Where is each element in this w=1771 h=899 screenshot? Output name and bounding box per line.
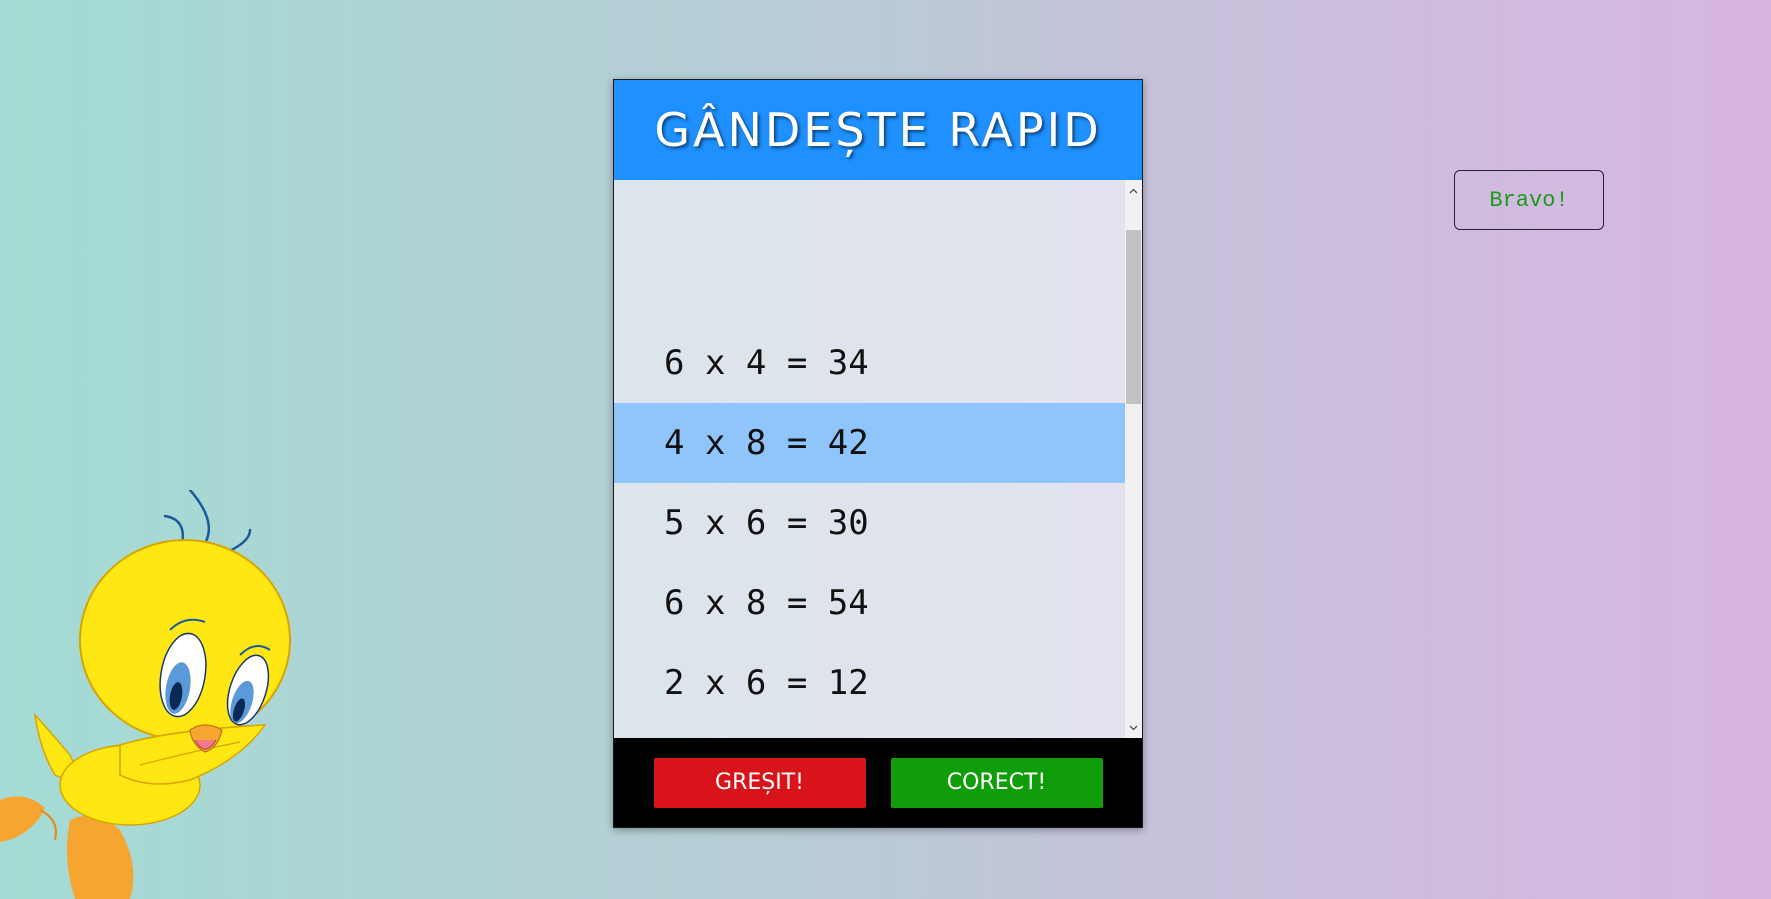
- yellow-bird-illustration: [0, 490, 291, 899]
- equation-item-selected[interactable]: 4 x 8 = 42: [614, 403, 1125, 483]
- equation-item[interactable]: 2 x 6 = 12: [614, 643, 1125, 723]
- chevron-down-icon[interactable]: [1125, 719, 1142, 736]
- chevron-up-icon[interactable]: [1125, 182, 1142, 199]
- wrong-button[interactable]: GREȘIT!: [653, 757, 866, 808]
- equation-list-area[interactable]: 6 x 4 = 34 4 x 8 = 42 5 x 6 = 30 6 x 8 =…: [614, 180, 1142, 738]
- feedback-badge: Bravo!: [1454, 170, 1604, 230]
- game-header: GÂNDEȘTE RAPID: [614, 80, 1142, 180]
- vertical-scrollbar[interactable]: [1125, 180, 1142, 738]
- equation-item[interactable]: 6 x 4 = 34: [614, 323, 1125, 403]
- equation-list[interactable]: 6 x 4 = 34 4 x 8 = 42 5 x 6 = 30 6 x 8 =…: [614, 180, 1125, 738]
- equation-item[interactable]: 6 x 8 = 54: [614, 563, 1125, 643]
- scrollbar-thumb[interactable]: [1126, 230, 1141, 404]
- game-panel: GÂNDEȘTE RAPID 6 x 4 = 34 4 x 8 = 42 5 x…: [613, 79, 1143, 828]
- correct-button[interactable]: CORECT!: [890, 757, 1103, 808]
- equation-item[interactable]: 5 x 6 = 30: [614, 483, 1125, 563]
- game-title: GÂNDEȘTE RAPID: [654, 103, 1102, 157]
- game-footer: GREȘIT! CORECT!: [614, 738, 1142, 827]
